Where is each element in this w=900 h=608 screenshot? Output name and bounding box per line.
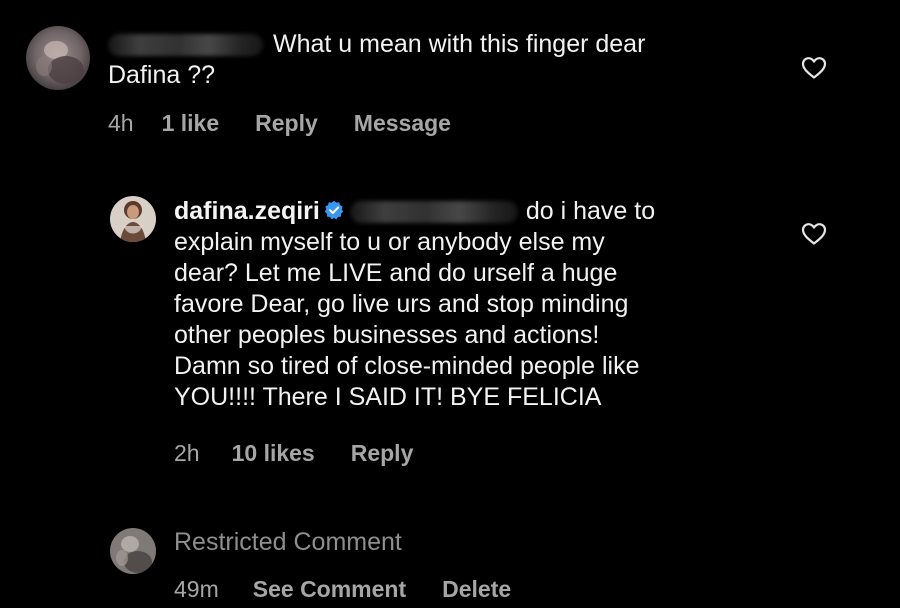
message-button[interactable]: Message bbox=[354, 110, 451, 137]
comment-2-line7: YOU!!!! There I SAID IT! BYE FELICIA bbox=[174, 383, 602, 411]
comment-time: 49m bbox=[174, 576, 219, 602]
dafina-username[interactable]: dafina.zeqiri bbox=[174, 197, 320, 225]
comment-3-meta: 49m See Comment Delete bbox=[174, 576, 511, 603]
comment-1-line2: Dafina ?? bbox=[108, 61, 216, 89]
comment-2-meta: 2h 10 likes Reply bbox=[174, 440, 413, 467]
heart-icon[interactable] bbox=[801, 222, 827, 246]
likes-count[interactable]: 1 like bbox=[162, 110, 220, 137]
likes-count[interactable]: 10 likes bbox=[232, 440, 315, 467]
restricted-avatar[interactable] bbox=[110, 528, 156, 574]
verified-badge-icon bbox=[324, 200, 344, 220]
see-comment-button[interactable]: See Comment bbox=[253, 576, 406, 603]
restricted-comment-label: Restricted Comment bbox=[174, 528, 402, 556]
comment-2-text: dafina.zeqiri do i have to explain myself… bbox=[174, 196, 774, 413]
comment-2-line4: favore Dear, go live urs and stop mindin… bbox=[174, 290, 629, 318]
comment-2-line6: Damn so tired of close-minded people lik… bbox=[174, 352, 640, 380]
comment-1-meta: 4h 1 like Reply Message bbox=[108, 110, 451, 137]
comment-time: 2h bbox=[174, 440, 200, 466]
comment-2-line5: other peoples businesses and actions! bbox=[174, 321, 600, 349]
heart-icon[interactable] bbox=[801, 56, 827, 80]
blurred-mention[interactable] bbox=[349, 201, 518, 224]
commenter-avatar[interactable] bbox=[26, 26, 90, 90]
comment-time: 4h bbox=[108, 110, 134, 136]
dafina-avatar[interactable] bbox=[110, 196, 156, 242]
blurred-mention[interactable] bbox=[108, 34, 263, 57]
comment-1-line1: What u mean with this finger dear bbox=[273, 30, 646, 58]
reply-button[interactable]: Reply bbox=[255, 110, 318, 137]
comment-2-line1: do i have to bbox=[525, 197, 656, 225]
delete-button[interactable]: Delete bbox=[442, 576, 511, 603]
comment-2-line3: dear? Let me LIVE and do urself a huge bbox=[174, 259, 618, 287]
comment-2-line2: explain myself to u or anybody else my bbox=[174, 228, 605, 256]
reply-button[interactable]: Reply bbox=[351, 440, 414, 467]
comment-1-text: What u mean with this finger dear Dafina… bbox=[108, 29, 788, 91]
